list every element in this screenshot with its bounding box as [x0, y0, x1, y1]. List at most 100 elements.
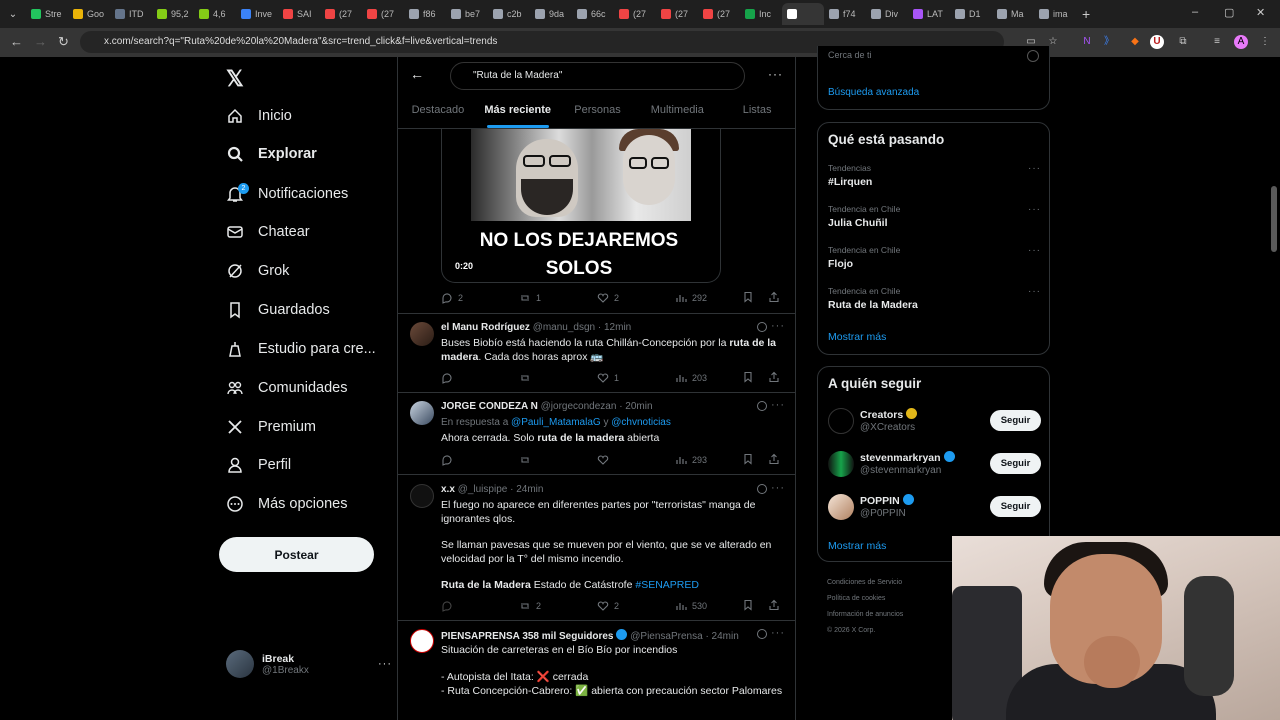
grok-icon[interactable] — [757, 322, 767, 332]
search-input[interactable]: "Ruta de la Madera" — [450, 62, 745, 90]
radio-button[interactable] — [1027, 50, 1039, 62]
suggested-account[interactable]: POPPIN @P0PPIN Seguir — [828, 492, 1041, 522]
footer-link[interactable]: Condiciones de Servicio — [827, 575, 957, 591]
avatar[interactable] — [828, 494, 854, 520]
browser-tab[interactable]: 4,6 — [194, 3, 236, 25]
more-icon[interactable]: ··· — [378, 658, 392, 670]
tab-search-icon[interactable]: ⌄ — [0, 9, 26, 20]
advanced-search-link[interactable]: Búsqueda avanzada — [828, 87, 919, 98]
share-icon[interactable] — [768, 291, 780, 303]
bookmark-icon[interactable] — [742, 599, 754, 611]
nav-item-bell[interactable]: 2 Notificaciones — [226, 179, 348, 209]
repost-button[interactable]: 2 — [519, 600, 597, 612]
puzzle-icon[interactable]: ⧉ — [1176, 35, 1190, 49]
browser-tab[interactable]: 9da — [530, 3, 572, 25]
browser-tab[interactable]: (27 — [614, 3, 656, 25]
browser-tab[interactable]: ITD — [110, 3, 152, 25]
suggested-account[interactable]: Creators @XCreators Seguir — [828, 406, 1041, 436]
tab-destacado[interactable]: Destacado — [398, 93, 478, 128]
avatar[interactable] — [410, 629, 434, 653]
trend-item[interactable]: Tendencia en Chile Ruta de la Madera ··· — [828, 286, 1041, 311]
follow-button[interactable]: Seguir — [990, 410, 1041, 431]
browser-tab[interactable]: (27 — [320, 3, 362, 25]
browser-tab[interactable]: Inc — [740, 3, 782, 25]
share-icon[interactable] — [768, 371, 780, 383]
repost-button[interactable] — [519, 454, 597, 466]
reload-icon[interactable]: ↻ — [58, 34, 69, 50]
more-icon[interactable]: ··· — [771, 399, 785, 411]
close-icon[interactable]: ✕ — [1256, 6, 1265, 19]
avatar[interactable] — [410, 401, 434, 425]
tab-multimedia[interactable]: Multimedia — [637, 93, 717, 128]
more-icon[interactable]: ··· — [771, 320, 785, 332]
hashtag-link[interactable]: #SENAPRED — [635, 579, 699, 591]
more-icon[interactable]: ··· — [771, 627, 785, 639]
browser-tab[interactable]: D1 — [950, 3, 992, 25]
share-icon[interactable] — [768, 453, 780, 465]
show-more-link[interactable]: Mostrar más — [828, 331, 886, 343]
footer-link[interactable]: Información de anuncios — [827, 607, 957, 623]
bookmark-icon[interactable] — [742, 453, 754, 465]
browser-tab[interactable]: LAT — [908, 3, 950, 25]
new-tab-icon[interactable]: + — [1082, 6, 1090, 22]
more-icon[interactable]: ··· — [771, 482, 785, 494]
media-control-icon[interactable]: ≡ — [1210, 35, 1224, 49]
avatar[interactable] — [828, 451, 854, 477]
browser-tab[interactable]: be7 — [446, 3, 488, 25]
grok-icon[interactable] — [757, 629, 767, 639]
nav-item-more-circle[interactable]: Más opciones — [226, 489, 347, 519]
grok-icon[interactable] — [757, 484, 767, 494]
avatar[interactable] — [410, 484, 434, 508]
browser-tab[interactable]: (27 — [362, 3, 404, 25]
more-icon[interactable]: ··· — [1028, 204, 1041, 215]
reply-button[interactable]: 2 — [441, 292, 519, 304]
post-button[interactable]: Postear — [219, 537, 374, 572]
browser-tab[interactable]: Goo — [68, 3, 110, 25]
browser-tab[interactable]: ima — [1034, 3, 1076, 25]
like-button[interactable]: 2 — [597, 600, 675, 612]
trend-item[interactable]: Tendencias #Lirquen ··· — [828, 163, 1041, 188]
follow-button[interactable]: Seguir — [990, 453, 1041, 474]
reply-button[interactable] — [441, 454, 519, 466]
bookmark-icon[interactable] — [742, 291, 754, 303]
nav-item-search[interactable]: Explorar — [226, 139, 317, 169]
grok-icon[interactable] — [757, 401, 767, 411]
mention-link[interactable]: @chvnoticias — [611, 417, 671, 428]
nav-item-x[interactable]: Premium — [226, 412, 316, 442]
suggested-account[interactable]: stevenmarkryan @stevenmarkryan Seguir — [828, 449, 1041, 479]
repost-button[interactable] — [519, 372, 597, 384]
browser-tab[interactable]: f86 — [404, 3, 446, 25]
nav-item-person[interactable]: Perfil — [226, 450, 291, 480]
profile-avatar-icon[interactable]: A — [1234, 35, 1248, 49]
menu-icon[interactable]: ⋮ — [1258, 35, 1272, 49]
browser-tab[interactable]: Inve — [236, 3, 278, 25]
follow-button[interactable]: Seguir — [990, 496, 1041, 517]
back-arrow-icon[interactable]: ← — [410, 66, 424, 82]
nav-item-mail[interactable]: Chatear — [226, 217, 310, 247]
avatar[interactable] — [410, 322, 434, 346]
browser-tab[interactable]: 66c — [572, 3, 614, 25]
tab-más-reciente[interactable]: Más reciente — [478, 93, 558, 128]
browser-tab[interactable]: (27 — [698, 3, 740, 25]
like-button[interactable]: 1 — [597, 372, 675, 384]
nav-item-communities[interactable]: Comunidades — [226, 373, 347, 403]
video-player[interactable]: NO LOS DEJAREMOS SOLOS 0:20 — [441, 129, 721, 283]
scrollbar[interactable] — [1271, 186, 1277, 252]
more-icon[interactable]: ··· — [1028, 163, 1041, 174]
browser-tab[interactable]: f74 — [824, 3, 866, 25]
browser-tab[interactable]: c2b — [488, 3, 530, 25]
nav-item-bookmark[interactable]: Guardados — [226, 295, 330, 325]
extension-icon[interactable]: N — [1080, 35, 1094, 49]
avatar[interactable] — [828, 408, 854, 434]
tab-listas[interactable]: Listas — [717, 93, 795, 128]
share-icon[interactable] — [768, 599, 780, 611]
x-logo-icon[interactable]: 𝕏 — [226, 66, 244, 92]
show-more-link[interactable]: Mostrar más — [828, 540, 886, 552]
reply-button[interactable] — [441, 372, 519, 384]
browser-tab[interactable] — [782, 3, 824, 25]
maximize-icon[interactable]: ▢ — [1224, 6, 1234, 19]
minimize-icon[interactable]: – — [1192, 6, 1198, 18]
browser-tab[interactable]: SAI — [278, 3, 320, 25]
browser-tab[interactable]: Stre — [26, 3, 68, 25]
nav-item-grok[interactable]: Grok — [226, 256, 289, 286]
